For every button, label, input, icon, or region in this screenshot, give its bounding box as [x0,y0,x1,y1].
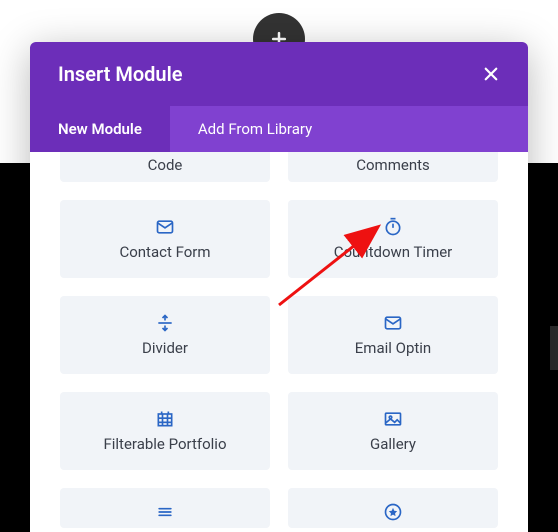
module-label: Email Optin [355,339,431,357]
module-email-optin[interactable]: Email Optin [288,296,498,374]
envelope-icon [383,313,403,333]
star-circle-icon [383,502,403,522]
modal-header: Insert Module [30,42,528,106]
modal-title: Insert Module [58,62,183,86]
module-gallery[interactable]: Gallery [288,392,498,470]
timer-icon [383,217,403,237]
module-label: Contact Form [119,243,210,261]
module-countdown-timer[interactable]: Countdown Timer [288,200,498,278]
module-code[interactable]: Code [60,152,270,182]
tab-new-module[interactable]: New Module [30,106,170,152]
divider-icon [155,313,175,333]
close-icon[interactable] [482,65,500,83]
envelope-icon [155,217,175,237]
module-label: Gallery [370,435,416,453]
insert-module-modal: Insert Module New Module Add From Librar… [30,42,528,532]
module-next-right[interactable] [288,488,498,528]
module-label: Divider [142,339,188,357]
grid-icon [155,409,175,429]
module-divider[interactable]: Divider [60,296,270,374]
module-next-left[interactable] [60,488,270,528]
tabs: New Module Add From Library [30,106,528,152]
module-label: Filterable Portfolio [103,435,226,453]
right-edge-indicator [550,326,558,370]
module-comments[interactable]: Comments [288,152,498,182]
module-filterable-portfolio[interactable]: Filterable Portfolio [60,392,270,470]
menu-icon [155,502,175,522]
image-icon [383,409,403,429]
module-label: Comments [356,156,430,174]
module-label: Countdown Timer [334,243,453,261]
module-contact-form[interactable]: Contact Form [60,200,270,278]
tab-add-from-library[interactable]: Add From Library [170,106,340,152]
module-label: Code [148,156,183,174]
